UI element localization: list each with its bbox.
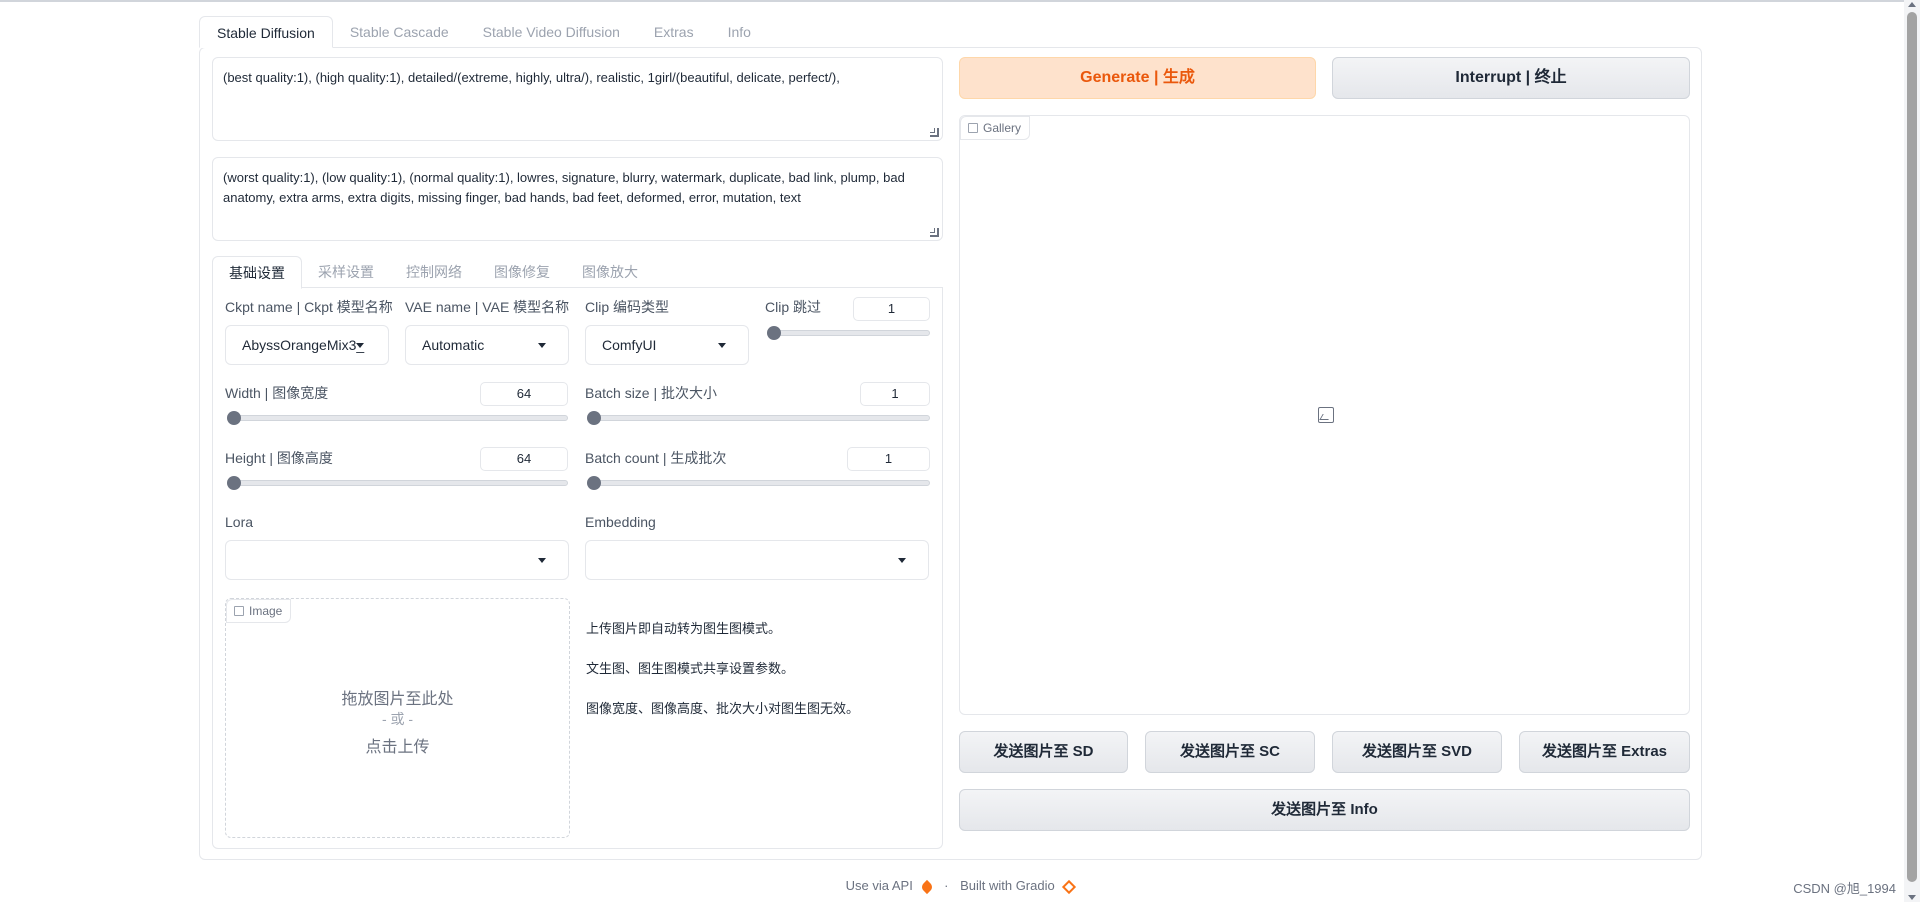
generate-button[interactable]: Generate | 生成 [959, 57, 1316, 99]
width-label: Width | 图像宽度 [225, 385, 329, 401]
clip-skip-slider[interactable] [767, 326, 930, 340]
built-with-gradio-link[interactable]: Built with Gradio [960, 878, 1055, 893]
ckpt-value: AbyssOrangeMix3_ [242, 337, 365, 353]
height-label: Height | 图像高度 [225, 450, 333, 466]
subtab-basic-settings[interactable]: 基础设置 [212, 256, 302, 289]
slider-handle[interactable] [767, 326, 781, 340]
batch-count-input[interactable]: 1 [847, 447, 930, 471]
tab-stable-video-diffusion[interactable]: Stable Video Diffusion [466, 16, 637, 48]
chevron-down-icon [898, 558, 906, 563]
tab-extras[interactable]: Extras [637, 16, 711, 48]
settings-tabs: 基础设置 采样设置 控制网络 图像修复 图像放大 [212, 256, 943, 289]
drop-text-line3: 点击上传 [365, 739, 430, 756]
chevron-down-icon [718, 343, 726, 348]
gradio-logo-icon [1062, 879, 1077, 894]
width-slider[interactable] [227, 411, 568, 425]
gallery-icon [968, 123, 978, 133]
image-icon [234, 606, 244, 616]
height-slider[interactable] [227, 476, 568, 490]
drop-text-line1: 拖放图片至此处 [341, 691, 454, 708]
main-tabs: Stable Diffusion Stable Cascade Stable V… [199, 16, 768, 48]
info-line-1: 上传图片即自动转为图生图模式。 [586, 621, 782, 636]
slider-handle[interactable] [587, 411, 601, 425]
send-to-extras-button[interactable]: 发送图片至 Extras [1519, 731, 1690, 773]
positive-prompt-input[interactable]: (best quality:1), (high quality:1), deta… [212, 57, 943, 141]
image-placeholder-icon [1318, 407, 1334, 423]
send-to-sc-button[interactable]: 发送图片至 SC [1145, 731, 1315, 773]
clip-skip-label: Clip 跳过 [765, 299, 822, 315]
tab-stable-diffusion[interactable]: Stable Diffusion [199, 16, 333, 48]
ckpt-label: Ckpt name | Ckpt 模型名称 [225, 299, 393, 315]
scroll-down-icon[interactable] [1908, 895, 1916, 900]
top-border [0, 0, 1920, 2]
gallery-block-label: Gallery [960, 116, 1031, 140]
page-scrollbar[interactable] [1904, 0, 1920, 902]
send-to-sd-button[interactable]: 发送图片至 SD [959, 731, 1128, 773]
info-line-2: 文生图、图生图模式共享设置参数。 [586, 661, 795, 676]
vae-dropdown[interactable]: Automatic [405, 325, 569, 365]
image-label-text: Image [249, 604, 283, 618]
chevron-down-icon [356, 343, 364, 348]
subtab-sampling-settings[interactable]: 采样设置 [302, 256, 390, 288]
info-line-3: 图像宽度、图像高度、批次大小对图生图无效。 [586, 701, 860, 716]
resize-handle-icon[interactable] [930, 228, 939, 237]
subtab-upscale[interactable]: 图像放大 [566, 256, 654, 288]
clip-type-label: Clip 编码类型 [585, 299, 670, 315]
batch-size-label: Batch size | 批次大小 [585, 385, 718, 401]
slider-handle[interactable] [587, 476, 601, 490]
rocket-icon [920, 879, 935, 894]
interrupt-button[interactable]: Interrupt | 终止 [1332, 57, 1690, 99]
chevron-down-icon [538, 558, 546, 563]
scroll-up-icon[interactable] [1908, 2, 1916, 7]
negative-prompt-text: (worst quality:1), (low quality:1), (nor… [223, 170, 905, 205]
positive-prompt-text: (best quality:1), (high quality:1), deta… [223, 70, 840, 85]
clip-type-value: ComfyUI [602, 337, 657, 353]
image-block-label: Image [226, 599, 292, 623]
gallery-label-text: Gallery [983, 121, 1022, 135]
embedding-label: Embedding [585, 514, 656, 530]
scrollbar-thumb[interactable] [1907, 12, 1917, 882]
tab-info[interactable]: Info [711, 16, 768, 48]
vae-label: VAE name | VAE 模型名称 [405, 299, 570, 315]
embedding-dropdown[interactable] [585, 540, 929, 580]
lora-dropdown[interactable] [225, 540, 569, 580]
subtab-controlnet[interactable]: 控制网络 [390, 256, 478, 288]
image-upload-dropzone[interactable]: Image 拖放图片至此处 - 或 - 点击上传 [225, 598, 570, 838]
batch-count-slider[interactable] [587, 476, 930, 490]
slider-handle[interactable] [227, 411, 241, 425]
subtab-inpaint[interactable]: 图像修复 [478, 256, 566, 288]
use-via-api-link[interactable]: Use via API [846, 878, 913, 893]
batch-count-label: Batch count | 生成批次 [585, 450, 727, 466]
clip-type-dropdown[interactable]: ComfyUI [585, 325, 749, 365]
chevron-down-icon [538, 343, 546, 348]
send-to-svd-button[interactable]: 发送图片至 SVD [1332, 731, 1502, 773]
tab-stable-cascade[interactable]: Stable Cascade [333, 16, 466, 48]
gallery-panel: Gallery [959, 115, 1690, 715]
slider-handle[interactable] [227, 476, 241, 490]
batch-size-input[interactable]: 1 [860, 382, 930, 406]
resize-handle-icon[interactable] [930, 128, 939, 137]
watermark: CSDN @旭_1994 [1793, 881, 1896, 896]
ckpt-dropdown[interactable]: AbyssOrangeMix3_ [225, 325, 389, 365]
vae-value: Automatic [422, 337, 485, 353]
width-input[interactable]: 64 [480, 382, 568, 406]
footer: Use via API · Built with Gradio [0, 878, 1920, 894]
drop-text-line2: - 或 - [381, 711, 414, 727]
height-input[interactable]: 64 [480, 447, 568, 471]
clip-skip-input[interactable]: 1 [853, 297, 930, 321]
footer-separator: · [944, 878, 949, 893]
lora-label: Lora [225, 514, 254, 530]
batch-size-slider[interactable] [587, 411, 930, 425]
negative-prompt-input[interactable]: (worst quality:1), (low quality:1), (nor… [212, 157, 943, 241]
send-to-info-button[interactable]: 发送图片至 Info [959, 789, 1690, 831]
